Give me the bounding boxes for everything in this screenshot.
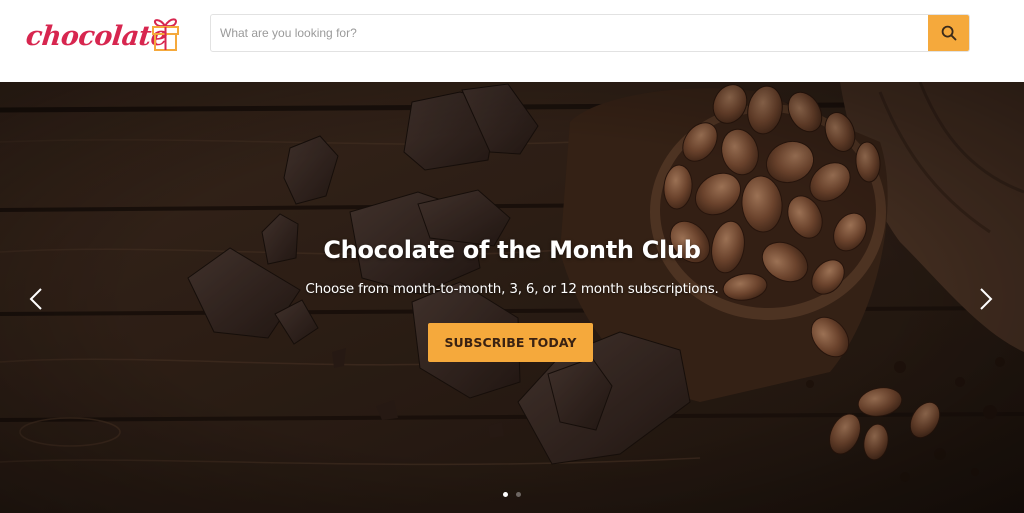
carousel-dot-2[interactable] (516, 492, 521, 497)
chevron-left-icon (29, 288, 42, 310)
gift-box-icon (152, 18, 179, 51)
search-button[interactable] (928, 15, 969, 51)
hero-title: Chocolate of the Month Club (323, 236, 701, 264)
hero-overlay (0, 82, 1024, 513)
subscribe-button[interactable]: SUBSCRIBE TODAY (428, 323, 593, 362)
hero-carousel: Chocolate of the Month Club Choose from … (0, 82, 1024, 513)
carousel-dot-1[interactable] (503, 492, 508, 497)
site-logo[interactable]: chocolate (24, 12, 186, 60)
carousel-prev-button[interactable] (25, 284, 47, 314)
site-header: chocolate (0, 0, 1024, 82)
hero-subtitle: Choose from month-to-month, 3, 6, or 12 … (305, 281, 719, 297)
search-input[interactable] (211, 15, 928, 51)
chevron-right-icon (980, 288, 993, 310)
carousel-next-button[interactable] (975, 284, 997, 314)
carousel-indicators (0, 492, 1024, 497)
search-icon (941, 25, 956, 41)
search-bar (210, 14, 970, 52)
